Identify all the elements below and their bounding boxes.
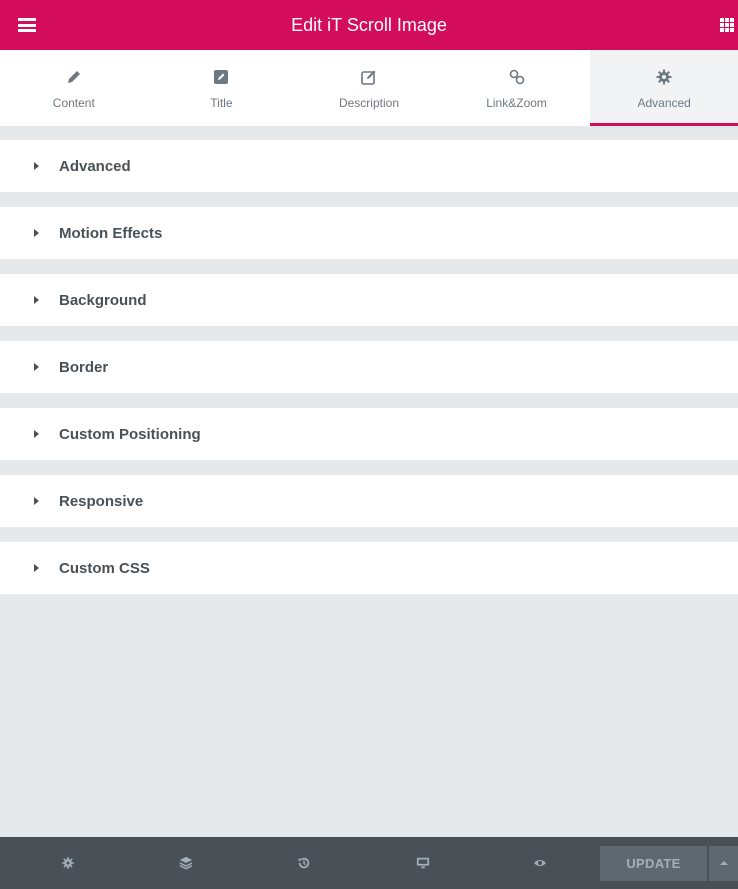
section-list: Advanced Motion Effects Background Borde… <box>0 140 738 609</box>
section-title: Responsive <box>59 492 144 510</box>
section-border[interactable]: Border <box>0 341 738 393</box>
preview-eye-icon[interactable] <box>531 854 549 872</box>
update-options-button[interactable] <box>709 846 738 881</box>
caret-right-icon <box>34 229 39 237</box>
caret-right-icon <box>34 162 39 170</box>
section-title: Border <box>59 358 109 376</box>
link-icon <box>443 68 591 86</box>
tab-title[interactable]: Title <box>148 50 296 126</box>
responsive-desktop-icon[interactable] <box>414 854 432 872</box>
tab-label: Content <box>52 96 95 110</box>
navigator-layers-icon[interactable] <box>177 854 195 872</box>
section-responsive[interactable]: Responsive <box>0 475 738 527</box>
settings-icon[interactable] <box>59 854 77 872</box>
tab-label: Title <box>210 96 233 110</box>
caret-up-icon <box>720 861 728 865</box>
tab-label: Description <box>338 96 399 110</box>
tab-label: Advanced <box>637 96 691 110</box>
caret-right-icon <box>34 497 39 505</box>
section-title: Custom CSS <box>59 559 150 577</box>
panel-footer: UPDATE <box>0 837 738 889</box>
tab-content[interactable]: Content <box>0 50 148 126</box>
caret-right-icon <box>34 296 39 304</box>
caret-right-icon <box>34 363 39 371</box>
section-advanced[interactable]: Advanced <box>0 140 738 192</box>
section-custom-positioning[interactable]: Custom Positioning <box>0 408 738 460</box>
section-custom-css[interactable]: Custom CSS <box>0 542 738 594</box>
edit-square-icon <box>148 68 296 86</box>
apps-grid-icon[interactable] <box>720 18 734 32</box>
section-background[interactable]: Background <box>0 274 738 326</box>
section-title: Background <box>59 291 147 309</box>
tab-advanced[interactable]: Advanced <box>590 50 738 126</box>
update-button[interactable]: UPDATE <box>600 846 707 881</box>
section-title: Custom Positioning <box>59 425 201 443</box>
tab-link-zoom[interactable]: Link&Zoom <box>443 50 591 126</box>
caret-right-icon <box>34 430 39 438</box>
edit-outline-icon <box>295 68 443 86</box>
pencil-icon <box>0 68 148 86</box>
history-icon[interactable] <box>295 854 313 872</box>
section-title: Advanced <box>59 157 131 175</box>
gear-icon <box>590 68 738 86</box>
tab-label: Link&Zoom <box>486 96 547 110</box>
panel-tabs: Content Title Description Link&Zoom Adva… <box>0 50 738 126</box>
panel-title: Edit iT Scroll Image <box>291 15 447 35</box>
tab-description[interactable]: Description <box>295 50 443 126</box>
caret-right-icon <box>34 564 39 572</box>
section-motion-effects[interactable]: Motion Effects <box>0 207 738 259</box>
panel-header: Edit iT Scroll Image <box>0 0 738 50</box>
section-title: Motion Effects <box>59 224 163 242</box>
